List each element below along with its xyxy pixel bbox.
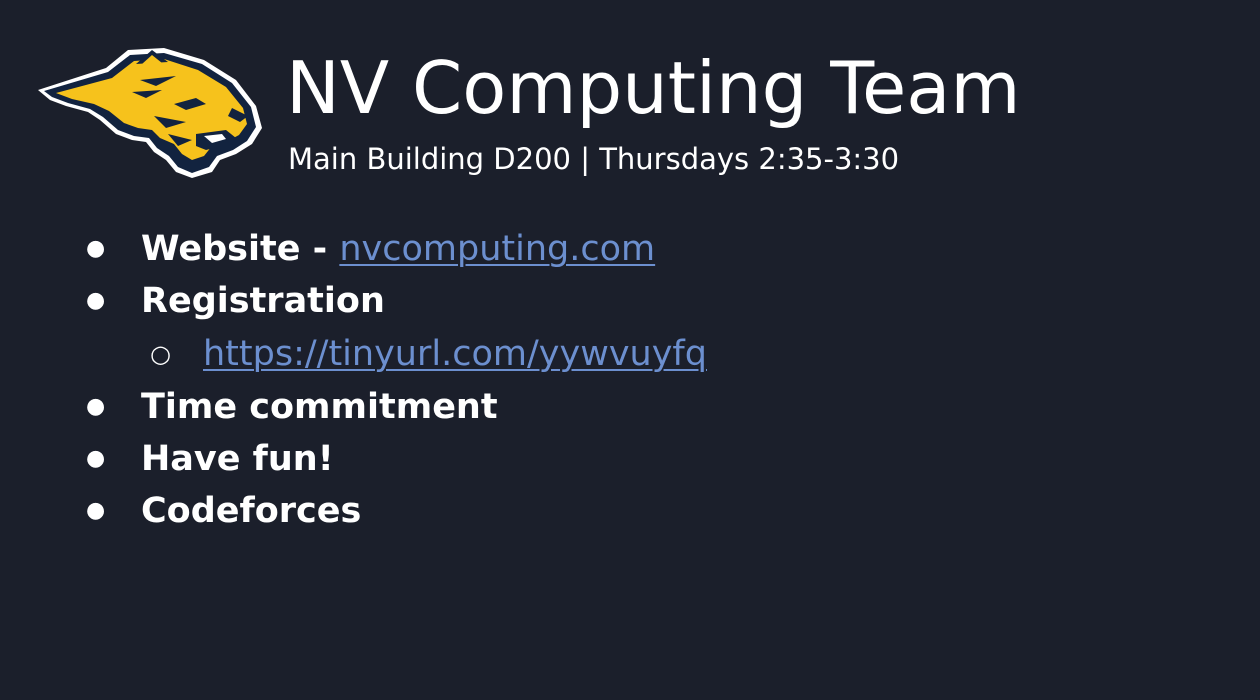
sub-bullet-icon: ○ [150, 340, 171, 368]
registration-label: Registration [141, 281, 385, 321]
website-label: Website - [141, 229, 340, 269]
bullet-icon: ● [86, 236, 106, 261]
list-item-text: https://tinyurl.com/yywvuyfq [203, 329, 707, 379]
bullet-icon: ● [86, 446, 106, 471]
website-link[interactable]: nvcomputing.com [339, 229, 655, 269]
bullet-icon: ● [86, 394, 106, 419]
wildcat-logo-icon [38, 48, 262, 178]
codeforces-label: Codeforces [141, 491, 362, 531]
slide: NV Computing Team Main Building D200 | T… [0, 0, 1260, 700]
list-item-text: Website - nvcomputing.com [141, 224, 655, 274]
bullet-icon: ● [86, 498, 106, 523]
slide-title: NV Computing Team [286, 46, 1021, 130]
have-fun-label: Have fun! [141, 439, 334, 479]
time-commitment-label: Time commitment [141, 387, 498, 427]
slide-subtitle: Main Building D200 | Thursdays 2:35-3:30 [288, 142, 900, 176]
bullet-icon: ● [86, 288, 106, 313]
registration-link[interactable]: https://tinyurl.com/yywvuyfq [203, 334, 707, 374]
